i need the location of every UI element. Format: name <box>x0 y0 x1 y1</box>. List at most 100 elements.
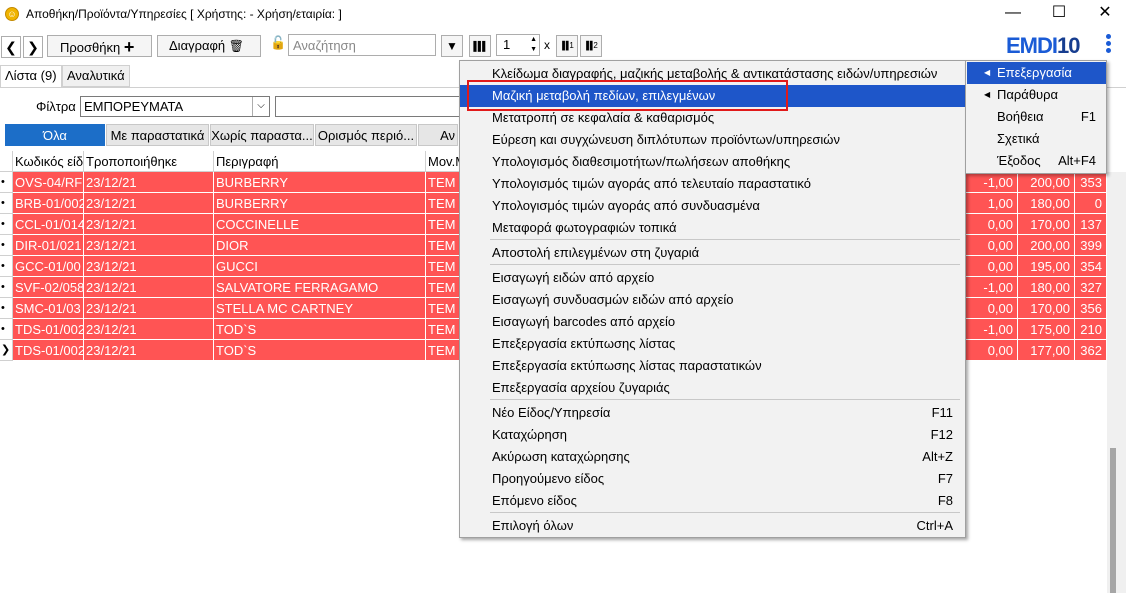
context-menu-item[interactable]: Μεταφορά φωτογραφιών τοπικά <box>460 217 965 239</box>
context-menu-item[interactable]: Υπολογισμός διαθεσιμοτήτων/πωλήσεων αποθ… <box>460 151 965 173</box>
maximize-button[interactable]: ☐ <box>1036 0 1082 26</box>
highlight-callout-box <box>467 80 788 111</box>
context-menu-item[interactable]: Εύρεση και συγχώνευση διπλότυπων προϊόντ… <box>460 129 965 151</box>
cell-modified: 23/12/21 <box>84 319 214 340</box>
context-menu-item[interactable]: Επιλογή όλων Ctrl+A <box>460 515 965 537</box>
context-menu-item[interactable]: Νέο Είδος/Υπηρεσία F11 <box>460 402 965 424</box>
context-menu-item-shortcut: Alt+Z <box>922 449 953 464</box>
context-menu-item[interactable]: Εισαγωγή συνδυασμών ειδών από αρχείο <box>460 289 965 311</box>
filter-with-documents-button[interactable]: Με παραστατικά <box>106 124 209 146</box>
tab-analytic[interactable]: Αναλυτικά <box>62 65 130 87</box>
context-menu-item[interactable]: Ακύρωση καταχώρησης Alt+Z <box>460 446 965 468</box>
forward-button[interactable]: ❯ <box>23 36 43 58</box>
app-icon: ☺ <box>5 7 19 21</box>
cell-modified: 23/12/21 <box>84 298 214 319</box>
lock-icon[interactable]: 🔓 <box>270 35 286 53</box>
filter-without-documents-button[interactable]: Χωρίς παραστα... <box>210 124 314 146</box>
times-label: x <box>544 38 550 52</box>
main-menu-item-label: Έξοδος <box>997 153 1041 168</box>
barcode-print-2-button[interactable]: ▌▌2 <box>580 35 602 57</box>
main-menu-item[interactable]: Έξοδος Alt+F4 <box>967 150 1106 172</box>
context-menu-item-shortcut: F12 <box>930 427 953 442</box>
context-menu-item[interactable]: Καταχώρηση F12 <box>460 424 965 446</box>
context-menu-item[interactable]: Υπολογισμός τιμών αγοράς από τελευταίο π… <box>460 173 965 195</box>
copies-stepper[interactable]: 1 ▲ ▼ <box>496 34 540 56</box>
main-menu-item[interactable]: Βοήθεια F1 <box>967 106 1106 128</box>
chevron-down-icon[interactable]: ⌵ <box>252 97 269 116</box>
context-menu-item-label: Εύρεση και συγχώνευση διπλότυπων προϊόντ… <box>492 132 840 147</box>
minimize-button[interactable]: — <box>990 0 1036 26</box>
close-button[interactable]: ✕ <box>1082 0 1126 26</box>
cell-modified: 23/12/21 <box>84 235 214 256</box>
cell-price: 195,00 <box>1018 256 1075 277</box>
logo-part1: EMDI <box>1006 33 1058 58</box>
cell-code: TDS-01/002 <box>13 319 84 340</box>
cell-extra: 399 <box>1075 235 1107 256</box>
filter-text-input[interactable] <box>275 96 465 117</box>
cell-extra: 353 <box>1075 172 1107 193</box>
grid-header-code[interactable]: Κωδικός είδ <box>13 151 84 172</box>
filter-all-button[interactable]: Όλα <box>5 124 105 146</box>
scrollbar-thumb[interactable] <box>1110 448 1116 593</box>
filter-period-button[interactable]: Ορισμός περιό... <box>315 124 417 146</box>
cell-quantity: 0,00 <box>966 298 1018 319</box>
kebab-menu-icon[interactable] <box>1102 33 1114 57</box>
grid-header-modified[interactable]: Τροποποιήθηκε <box>84 151 214 172</box>
filter-more-button[interactable]: Αν <box>418 124 458 146</box>
copies-value: 1 <box>503 37 511 52</box>
cell-modified: 23/12/21 <box>84 256 214 277</box>
context-menu-item-label: Εισαγωγή συνδυασμών ειδών από αρχείο <box>492 292 734 307</box>
filter-button[interactable]: ▼ <box>441 35 463 57</box>
main-menu-item-label: Παράθυρα <box>997 87 1059 102</box>
stepper-arrows-icon[interactable]: ▲ ▼ <box>530 35 537 55</box>
cell-modified: 23/12/21 <box>84 214 214 235</box>
cell-price: 170,00 <box>1018 298 1075 319</box>
context-menu-item[interactable]: Υπολογισμός τιμών αγοράς από συνδυασμένα <box>460 195 965 217</box>
search-input[interactable] <box>288 34 436 56</box>
back-button[interactable]: ❮ <box>1 36 21 58</box>
context-menu-item[interactable]: Επεξεργασία εκτύπωσης λίστας <box>460 333 965 355</box>
row-indicator: ❯ <box>0 340 13 361</box>
main-menu-item[interactable]: ◀ Επεξεργασία <box>967 62 1106 84</box>
context-menu-item[interactable]: Αποστολή επιλεγμένων στη ζυγαριά <box>460 242 965 264</box>
add-button-label: Προσθήκη <box>60 40 121 55</box>
cell-price: 200,00 <box>1018 235 1075 256</box>
cell-description: BURBERRY <box>214 172 426 193</box>
barcode-print-1-button[interactable]: ▌▌1 <box>556 35 578 57</box>
context-menu-item[interactable]: Εισαγωγή ειδών από αρχείο <box>460 267 965 289</box>
context-menu-item[interactable]: Προηγούμενο είδος F7 <box>460 468 965 490</box>
context-menu-item[interactable]: Εισαγωγή barcodes από αρχείο <box>460 311 965 333</box>
barcode-button[interactable]: ▌▌▌ <box>469 35 491 57</box>
context-menu-item[interactable]: Επεξεργασία εκτύπωσης λίστας παραστατικώ… <box>460 355 965 377</box>
barcode-2-icon: ▌▌2 <box>586 41 598 50</box>
cell-extra: 210 <box>1075 319 1107 340</box>
tab-list[interactable]: Λίστα (9) <box>0 65 62 87</box>
context-menu-item-label: Υπολογισμός διαθεσιμοτήτων/πωλήσεων αποθ… <box>492 154 791 169</box>
delete-button[interactable]: Διαγραφή 🗑 <box>157 35 261 57</box>
main-menu-item[interactable]: ◀ Παράθυρα <box>967 84 1106 106</box>
row-indicator: • <box>0 193 13 214</box>
cell-description: TOD`S <box>214 319 426 340</box>
cell-quantity: 0,00 <box>966 214 1018 235</box>
context-menu-item[interactable]: Επόμενο είδος F8 <box>460 490 965 512</box>
main-menu-item[interactable]: Σχετικά <box>967 128 1106 150</box>
cell-description: BURBERRY <box>214 193 426 214</box>
grid-header-description[interactable]: Περιγραφή <box>214 151 426 172</box>
logo-part2: 10 <box>1057 33 1081 58</box>
menu-separator <box>490 512 960 513</box>
menu-separator <box>490 239 960 240</box>
cell-quantity: 0,00 <box>966 340 1018 361</box>
context-menu: Κλείδωμα διαγραφής, μαζικής μεταβολής & … <box>459 60 966 538</box>
context-menu-item[interactable]: Επεξεργασία αρχείου ζυγαριάς <box>460 377 965 399</box>
cell-extra: 137 <box>1075 214 1107 235</box>
add-button[interactable]: Προσθήκη + <box>47 35 152 57</box>
cell-code: TDS-01/002 <box>13 340 84 361</box>
main-menu-item-shortcut: F1 <box>1080 109 1096 124</box>
cell-description: STELLA MC CARTNEY <box>214 298 426 319</box>
cell-code: CCL-01/014 <box>13 214 84 235</box>
filter-select[interactable]: ΕΜΠΟΡΕΥΜΑΤΑ ⌵ <box>80 96 270 117</box>
cell-price: 177,00 <box>1018 340 1075 361</box>
context-menu-item-label: Προηγούμενο είδος <box>492 471 605 486</box>
context-menu-item-label: Εισαγωγή barcodes από αρχείο <box>492 314 676 329</box>
trash-icon: 🗑 <box>228 39 245 53</box>
